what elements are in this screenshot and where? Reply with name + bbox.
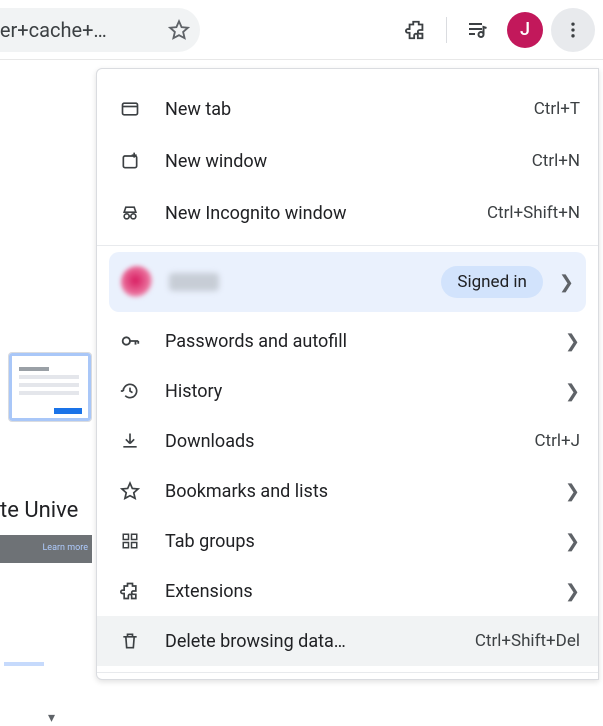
- incognito-icon: [117, 203, 143, 223]
- new-window-icon: [117, 151, 143, 171]
- chevron-right-icon: ❯: [565, 331, 580, 352]
- menu-item-extensions[interactable]: Extensions ❯: [97, 566, 598, 616]
- overflow-menu: New tab Ctrl+T New window Ctrl+N New Inc…: [96, 68, 599, 680]
- menu-item-delete-browsing-data[interactable]: Delete browsing data… Ctrl+Shift+Del: [97, 616, 598, 666]
- menu-item-shortcut: Ctrl+N: [532, 151, 580, 171]
- avatar-initial: J: [520, 19, 530, 40]
- bookmark-star-icon[interactable]: [168, 19, 190, 41]
- menu-item-new-window[interactable]: New window Ctrl+N: [97, 135, 598, 187]
- page-caret-icon: ▾: [48, 710, 55, 726]
- menu-item-account[interactable]: Signed in ❯: [109, 252, 586, 312]
- key-icon: [117, 330, 143, 352]
- browser-toolbar: +browser+cache+… J: [0, 0, 603, 60]
- grid-icon: [117, 532, 143, 550]
- menu-item-label: History: [165, 381, 557, 402]
- menu-item-passwords[interactable]: Passwords and autofill ❯: [97, 316, 598, 366]
- menu-item-shortcut: Ctrl+Shift+Del: [475, 631, 580, 651]
- page-decoration: [4, 662, 44, 666]
- signed-in-badge: Signed in: [441, 266, 543, 298]
- menu-item-incognito[interactable]: New Incognito window Ctrl+Shift+N: [97, 187, 598, 239]
- menu-item-label: New Incognito window: [165, 203, 487, 224]
- account-avatar: [121, 266, 153, 298]
- chevron-right-icon: ❯: [565, 481, 580, 502]
- page-banner: [0, 535, 92, 563]
- trash-icon: [117, 631, 143, 651]
- menu-item-label: Tab groups: [165, 531, 557, 552]
- omnibox-text: +browser+cache+…: [0, 18, 160, 42]
- menu-item-label: Delete browsing data…: [165, 631, 475, 652]
- page-thumbnail: [8, 352, 92, 422]
- menu-item-label: New tab: [165, 99, 534, 120]
- menu-item-downloads[interactable]: Downloads Ctrl+J: [97, 416, 598, 466]
- menu-item-history[interactable]: History ❯: [97, 366, 598, 416]
- toolbar-separator: [446, 17, 447, 43]
- new-tab-icon: [117, 99, 143, 119]
- menu-item-new-tab[interactable]: New tab Ctrl+T: [97, 83, 598, 135]
- menu-item-shortcut: Ctrl+Shift+N: [487, 203, 580, 223]
- menu-item-label: Passwords and autofill: [165, 331, 557, 352]
- menu-item-bookmarks[interactable]: Bookmarks and lists ❯: [97, 466, 598, 516]
- chevron-right-icon: ❯: [559, 272, 574, 293]
- chevron-right-icon: ❯: [565, 531, 580, 552]
- overflow-menu-button[interactable]: [551, 8, 595, 52]
- menu-item-shortcut: Ctrl+J: [534, 431, 580, 451]
- menu-item-label: Bookmarks and lists: [165, 481, 557, 502]
- account-name-blurred: [169, 273, 219, 291]
- media-controls-button[interactable]: [455, 8, 499, 52]
- menu-item-label: Extensions: [165, 581, 557, 602]
- menu-separator: [97, 245, 598, 246]
- star-icon: [117, 481, 143, 501]
- avatar: J: [507, 12, 543, 48]
- extensions-button[interactable]: [394, 8, 438, 52]
- profile-button[interactable]: J: [503, 8, 547, 52]
- page-text-fragment: te Unive: [0, 498, 78, 523]
- menu-item-label: Downloads: [165, 431, 534, 452]
- puzzle-icon: [117, 581, 143, 601]
- menu-item-tab-groups[interactable]: Tab groups ❯: [97, 516, 598, 566]
- chevron-right-icon: ❯: [565, 581, 580, 602]
- menu-separator: [97, 672, 598, 673]
- download-icon: [117, 431, 143, 451]
- menu-item-shortcut: Ctrl+T: [534, 99, 580, 119]
- omnibox[interactable]: +browser+cache+…: [0, 8, 200, 52]
- chevron-right-icon: ❯: [565, 381, 580, 402]
- history-icon: [117, 381, 143, 401]
- menu-item-label: New window: [165, 151, 532, 172]
